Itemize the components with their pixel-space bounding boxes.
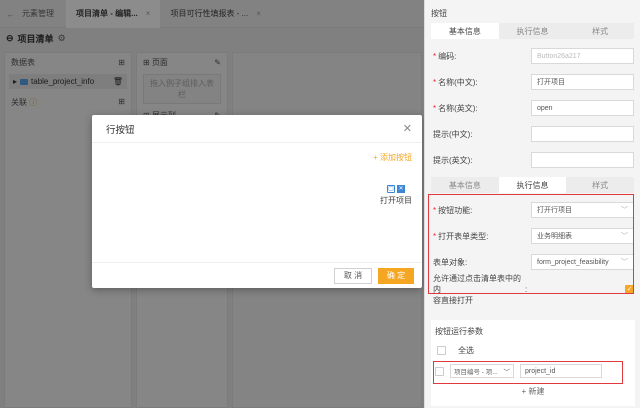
add-button[interactable]: + 添加按钮 (373, 152, 412, 163)
section-title: 按钮运行参数 (435, 327, 483, 336)
panel-title: 按钮 (431, 9, 447, 18)
tab-basic-info[interactable]: 基本信息 (431, 177, 499, 193)
row-button-item[interactable]: ▢ ✕ 打开项目 (380, 185, 412, 206)
field-label: * 编码: (433, 51, 457, 61)
name-en-input[interactable]: open (531, 100, 634, 116)
property-panel: 按钮 基本信息 执行信息 样式 * 编码: Button26a217 * 名称(中文… (424, 0, 640, 408)
dialog-footer: 取 消 确 定 (92, 262, 422, 288)
run-params-section: 按钮运行参数 全选 项目编号 - 项... ﹀ project_id + 新建 (431, 320, 635, 406)
name-en-field: * 名称(英文): open (425, 95, 640, 121)
tip-en-field: 提示(英文): (425, 147, 640, 173)
dialog-header: 行按钮 ✕ (92, 115, 422, 143)
tab-style[interactable]: 样式 (566, 177, 634, 193)
cancel-button[interactable]: 取 消 (334, 267, 372, 284)
basic-fields: * 编码: Button26a217 * 名称(中文): 打开项目 * 名称(英文):… (425, 43, 640, 173)
confirm-button[interactable]: 确 定 (378, 267, 414, 284)
param-highlight-box (433, 361, 623, 384)
tab-style[interactable]: 样式 (566, 23, 634, 39)
select-all-row: 全选 (431, 343, 635, 358)
close-icon[interactable]: ✕ (403, 122, 412, 135)
field-label: 提示(英文): (433, 155, 473, 165)
copy-icon[interactable]: ▢ (387, 185, 395, 193)
dialog-title: 行按钮 (106, 124, 135, 136)
code-input[interactable]: Button26a217 (531, 48, 634, 64)
close-icon[interactable]: ✕ (397, 185, 405, 193)
new-param-button[interactable]: + 新建 (431, 386, 635, 397)
property-tabs: 基本信息 执行信息 样式 (431, 23, 634, 39)
field-label: * 名称(中文): (433, 77, 478, 87)
tab-exec-info[interactable]: 执行信息 (498, 177, 567, 193)
tip-cn-field: 提示(中文): (425, 121, 640, 147)
name-cn-field: * 名称(中文): 打开项目 (425, 69, 640, 95)
field-label: 提示(中文): (433, 129, 473, 139)
select-all-label: 全选 (458, 346, 474, 355)
select-all-checkbox[interactable] (437, 346, 446, 355)
exec-highlight-box (428, 194, 634, 294)
row-button-actions: ▢ ✕ (387, 185, 405, 193)
code-field: * 编码: Button26a217 (425, 43, 640, 69)
field-label: * 名称(英文): (433, 103, 478, 113)
row-button-dialog: 行按钮 ✕ + 添加按钮 ▢ ✕ 打开项目 取 消 确 定 (92, 115, 422, 288)
property-tabs-2: 基本信息 执行信息 样式 (431, 177, 634, 193)
tip-cn-input[interactable] (531, 126, 634, 142)
row-button-label: 打开项目 (380, 196, 412, 205)
name-cn-input[interactable]: 打开项目 (531, 74, 634, 90)
tab-exec-info[interactable]: 执行信息 (499, 23, 567, 39)
tip-en-input[interactable] (531, 152, 634, 168)
tab-basic-info[interactable]: 基本信息 (431, 23, 499, 39)
